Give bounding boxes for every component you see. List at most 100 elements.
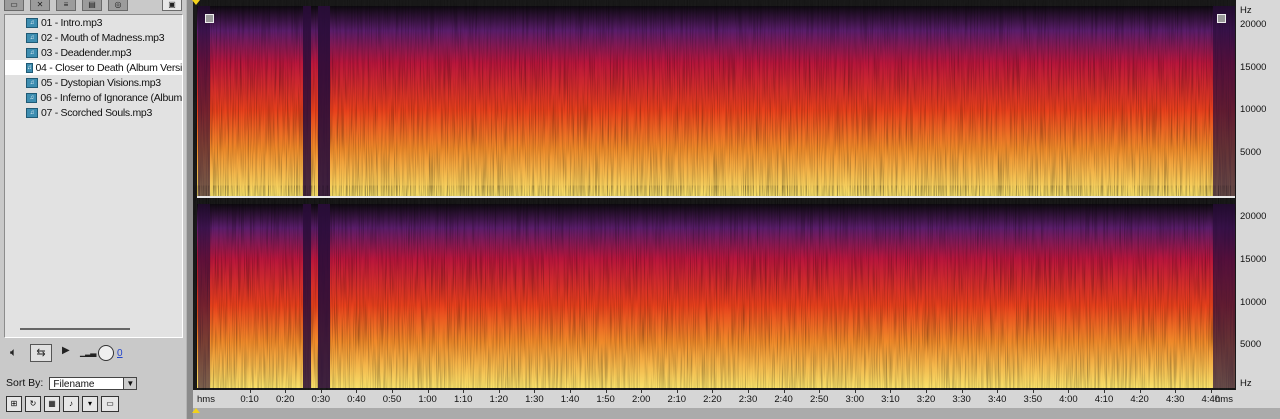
options-icon[interactable]: ▣ <box>162 0 182 11</box>
file-name: 06 - Inferno of Ignorance (Album <box>40 91 182 104</box>
time-tick-label: 3:50 <box>1023 394 1043 405</box>
file-list-item[interactable]: ♫ 04 - Closer to Death (Album Versi <box>5 60 182 75</box>
time-tick-label: 1:20 <box>489 394 509 405</box>
loop-icon[interactable]: ↻ <box>25 396 41 412</box>
time-tick-label: 0:20 <box>275 394 295 405</box>
time-tick <box>783 390 785 393</box>
time-format-label: hms <box>197 394 215 405</box>
insert-icon[interactable]: ⊞ <box>6 396 22 412</box>
panel-bottom-toolbar: ⊞ ↻ ▦ ♪ ▾ ▭ <box>6 396 119 412</box>
time-tick-label: 3:30 <box>952 394 971 405</box>
time-tick-label: 2:40 <box>774 394 793 405</box>
volume-value[interactable]: 0 <box>117 348 123 359</box>
spectral-display[interactable] <box>193 0 1280 419</box>
time-tick-label: 0:40 <box>347 394 366 405</box>
file-list-item[interactable]: ♫ 03 - Deadender.mp3 <box>5 45 182 60</box>
time-tick-label: 3:10 <box>881 394 900 405</box>
files-toolbar: ▭ ✕ ≡ ▤ ◎ ▣ <box>4 0 182 14</box>
time-tick <box>320 390 322 393</box>
list-icon[interactable]: ▦ <box>44 396 60 412</box>
file-name: 02 - Mouth of Madness.mp3 <box>41 31 165 44</box>
sort-value: Filename <box>53 378 95 390</box>
time-tick-label: 2:30 <box>738 394 758 405</box>
audio-file-icon: ♫ <box>26 107 38 118</box>
time-tick <box>997 390 999 393</box>
time-tick <box>1175 390 1177 393</box>
file-list-item[interactable]: ♫ 06 - Inferno of Ignorance (Album <box>5 90 182 105</box>
zoom-corner-left-icon[interactable] <box>205 14 214 23</box>
time-tick-label: 1:10 <box>453 394 473 405</box>
time-tick <box>819 390 821 393</box>
time-tick-label: 0:30 <box>311 394 331 405</box>
play-button[interactable]: ▶ <box>62 345 70 356</box>
sort-row: Sort By: Filename ▼ <box>6 376 186 390</box>
file-list-item[interactable]: ♫ 07 - Scorched Souls.mp3 <box>5 105 182 120</box>
playhead-marker-bottom[interactable] <box>192 408 200 413</box>
time-tick <box>1032 390 1034 393</box>
time-tick <box>641 390 643 393</box>
cd-icon[interactable]: ▤ <box>82 0 102 11</box>
time-tick <box>498 390 500 393</box>
time-tick-label: 1:40 <box>560 394 580 405</box>
time-tick-label: 3:40 <box>987 394 1007 405</box>
zoom-corner-right-icon[interactable] <box>1217 14 1226 23</box>
time-tick <box>890 390 892 393</box>
audio-file-icon: ♫ <box>26 92 38 103</box>
speaker-icon[interactable]: 🔈︎ <box>10 345 17 360</box>
time-tick-label: 4:30 <box>1165 394 1185 405</box>
batch-icon[interactable]: ≡ <box>56 0 76 11</box>
time-ruler[interactable]: hms hms 0:10 0:20 0:30 0:40 0:50 1:00 1:10 1:20… <box>193 390 1280 408</box>
spectrogram-channel[interactable] <box>197 204 1235 388</box>
file-list-item[interactable]: ♫ 01 - Intro.mp3 <box>5 15 182 30</box>
spectrogram[interactable] <box>193 0 1280 390</box>
time-tick-label: 3:00 <box>845 394 865 405</box>
audio-file-icon: ♫ <box>26 17 38 28</box>
file-name: 05 - Dystopian Visions.mp3 <box>41 76 161 89</box>
hz-label: 20000 <box>1240 211 1267 222</box>
file-name: 04 - Closer to Death (Album Versi <box>35 61 183 74</box>
time-tick-label: 4:20 <box>1130 394 1149 405</box>
time-tick <box>392 390 393 393</box>
open-file-icon[interactable]: ▭ <box>4 0 24 11</box>
filter-icon[interactable]: ▾ <box>82 396 98 412</box>
time-tick <box>1104 390 1105 393</box>
hz-label: 20000 <box>1240 19 1267 30</box>
close-file-icon[interactable]: ✕ <box>30 0 50 11</box>
spectrogram-channel[interactable] <box>197 6 1235 196</box>
file-name: 07 - Scorched Souls.mp3 <box>41 106 152 119</box>
time-tick <box>1139 390 1141 393</box>
file-list-item[interactable]: ♫ 02 - Mouth of Madness.mp3 <box>5 30 182 45</box>
sort-select[interactable]: Filename ▼ <box>49 376 138 390</box>
sort-label: Sort By: <box>6 377 44 389</box>
files-panel: ▭ ✕ ≡ ▤ ◎ ▣ ♫ 01 - Intro.mp3 ♫ 02 - Mouth o… <box>0 0 186 419</box>
time-tick <box>1068 390 1070 393</box>
time-tick-label: 0:50 <box>382 394 402 405</box>
file-list-scrollbar[interactable] <box>20 328 130 330</box>
time-tick <box>676 390 678 393</box>
channel-separator <box>197 196 1235 198</box>
audio-file-icon: ♫ <box>26 77 38 88</box>
file-name: 01 - Intro.mp3 <box>41 16 103 29</box>
hz-label: 10000 <box>1240 104 1267 115</box>
status-strip <box>193 408 1280 419</box>
playhead-marker-top[interactable] <box>192 0 200 5</box>
volume-knob[interactable] <box>98 345 114 361</box>
time-tick <box>534 390 536 393</box>
time-tick-label: 4:40 <box>1201 394 1221 405</box>
time-tick <box>249 390 251 393</box>
time-tick-label: 1:00 <box>418 394 437 405</box>
info-icon[interactable]: ◎ <box>108 0 128 11</box>
loop-button[interactable]: ⇆ <box>30 344 52 362</box>
time-tick <box>712 390 714 393</box>
note-icon[interactable]: ♪ <box>63 396 79 412</box>
file-list-item[interactable]: ♫ 05 - Dystopian Visions.mp3 <box>5 75 182 90</box>
chevron-down-icon[interactable]: ▼ <box>123 377 137 389</box>
time-tick <box>854 390 856 393</box>
hz-label: 5000 <box>1240 339 1262 350</box>
file-list[interactable]: ♫ 01 - Intro.mp3 ♫ 02 - Mouth of Madness.mp… <box>4 14 183 338</box>
hz-unit-top: Hz <box>1240 5 1252 16</box>
time-tick-label: 4:00 <box>1059 394 1078 405</box>
cd-drive-icon[interactable]: ▭ <box>101 396 119 412</box>
panel-divider[interactable] <box>186 0 193 419</box>
time-tick-label: 2:10 <box>667 394 687 405</box>
